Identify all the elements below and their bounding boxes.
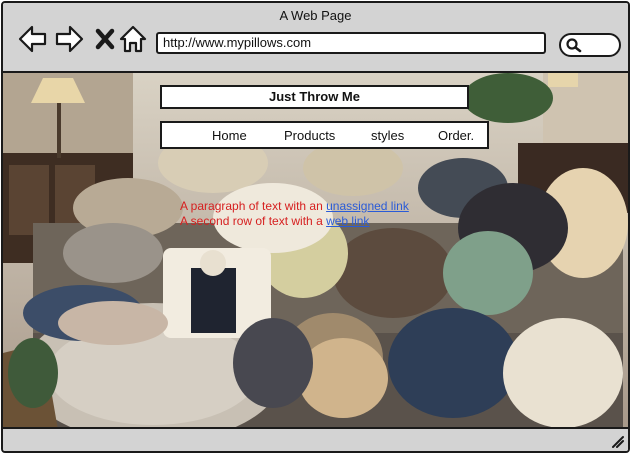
paragraph-1: A paragraph of text with an unassigned l… [180, 199, 409, 213]
nav-styles[interactable]: styles [371, 128, 404, 143]
paragraph-2: A second row of text with a web link [180, 214, 369, 228]
site-title: Just Throw Me [160, 85, 469, 109]
url-input[interactable]: http://www.mypillows.com [156, 32, 546, 54]
browser-window: A Web Page http://www.mypillows.com Just… [1, 1, 630, 453]
nav-home[interactable]: Home [212, 128, 247, 143]
web-link[interactable]: web link [326, 214, 369, 228]
search-icon [566, 38, 582, 53]
nav-products[interactable]: Products [284, 128, 335, 143]
back-arrow-icon[interactable] [17, 23, 49, 55]
nav-order[interactable]: Order. [438, 128, 474, 143]
status-bar [3, 427, 628, 451]
paragraph-2-text: A second row of text with a [180, 214, 327, 228]
browser-toolbar: A Web Page http://www.mypillows.com [3, 3, 628, 73]
page-viewport: Just Throw Me Home Products styles Order… [3, 73, 628, 430]
home-icon[interactable] [117, 23, 149, 55]
resize-grip-icon[interactable] [610, 434, 624, 448]
window-title: A Web Page [279, 8, 352, 23]
paragraph-1-text: A paragraph of text with an [180, 199, 327, 213]
search-input[interactable] [559, 33, 621, 57]
site-navigation: Home Products styles Order. [160, 121, 489, 149]
unassigned-link[interactable]: unassigned link [326, 199, 409, 213]
forward-arrow-icon[interactable] [53, 23, 85, 55]
